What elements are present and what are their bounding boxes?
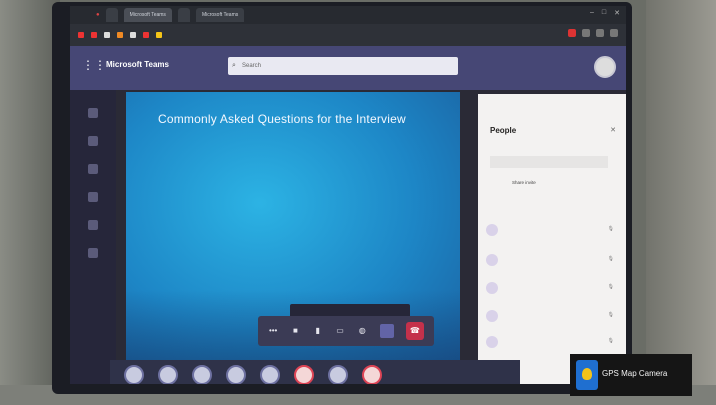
mic-icon: 🎙 bbox=[607, 284, 614, 290]
meeting-toolbar: ••• ■ ▮ ▭ ◍ ☎ bbox=[258, 316, 434, 346]
activity-icon[interactable] bbox=[88, 108, 98, 118]
participant-row[interactable]: 🎙 bbox=[486, 250, 616, 274]
mic-icon: 🎙 bbox=[607, 256, 614, 262]
teams-icon[interactable] bbox=[88, 164, 98, 174]
avatar[interactable] bbox=[594, 56, 616, 78]
search-placeholder: Search bbox=[242, 63, 262, 69]
taskbar bbox=[110, 360, 520, 384]
calendar-icon[interactable] bbox=[88, 192, 98, 202]
bookmark-icon bbox=[130, 32, 136, 38]
taskbar-app-icon[interactable] bbox=[226, 365, 246, 384]
browser-tabstrip: ● Microsoft Teams Microsoft Teams – □ ✕ bbox=[70, 6, 626, 24]
bookmark-item[interactable] bbox=[91, 32, 99, 38]
bookmark-item[interactable] bbox=[117, 32, 125, 38]
people-icon[interactable]: ◍ bbox=[357, 326, 367, 336]
monitor-screen: ● Microsoft Teams Microsoft Teams – □ ✕ … bbox=[70, 6, 626, 384]
search-icon: ⌕ bbox=[232, 62, 236, 69]
app-rail bbox=[70, 90, 116, 384]
participant-row[interactable]: 🎙 bbox=[486, 332, 616, 356]
close-icon[interactable]: ✕ bbox=[614, 9, 620, 17]
mic-icon[interactable]: ▮ bbox=[313, 326, 323, 336]
share-invite-button[interactable]: Share invite bbox=[512, 180, 536, 185]
close-icon[interactable]: ✕ bbox=[610, 126, 616, 134]
minimize-icon[interactable]: – bbox=[590, 9, 594, 17]
share-button[interactable] bbox=[379, 324, 394, 338]
taskbar-app-icon[interactable] bbox=[260, 365, 280, 384]
window-controls: – □ ✕ bbox=[590, 9, 620, 17]
camera-logo-icon bbox=[576, 360, 598, 390]
tab-search-icon[interactable]: ● bbox=[96, 12, 100, 18]
panel-title: People bbox=[490, 126, 517, 135]
avatar bbox=[486, 336, 498, 348]
teams-header: ⋮⋮ Microsoft Teams ⌕ Search bbox=[70, 46, 626, 90]
bookmarks-bar bbox=[70, 24, 626, 46]
slide-title: Commonly Asked Questions for the Intervi… bbox=[158, 112, 406, 126]
browser-tab[interactable]: Microsoft Teams bbox=[195, 8, 245, 22]
taskbar-app-icon[interactable] bbox=[328, 365, 348, 384]
profile-icon[interactable] bbox=[596, 29, 604, 37]
files-icon[interactable] bbox=[88, 248, 98, 258]
taskbar-app-icon[interactable] bbox=[294, 365, 314, 384]
hangup-button[interactable]: ☎ bbox=[405, 322, 424, 340]
invite-input[interactable] bbox=[490, 156, 608, 168]
taskbar-app-icon[interactable] bbox=[362, 365, 382, 384]
bookmark-icon bbox=[78, 32, 84, 38]
app-launcher-icon[interactable]: ⋮⋮ bbox=[82, 58, 106, 72]
menu-icon[interactable] bbox=[610, 29, 618, 37]
bookmark-item[interactable] bbox=[104, 32, 112, 38]
bookmark-icon bbox=[156, 32, 162, 38]
mic-icon: 🎙 bbox=[607, 312, 614, 318]
avatar bbox=[486, 282, 498, 294]
bookmark-item[interactable] bbox=[78, 32, 86, 38]
extension-icon[interactable] bbox=[568, 29, 576, 37]
camera-icon[interactable]: ■ bbox=[290, 326, 300, 336]
bookmark-item[interactable] bbox=[156, 32, 164, 38]
avatar bbox=[486, 224, 498, 236]
camera-watermark: GPS Map Camera bbox=[570, 354, 692, 396]
extension-icons bbox=[568, 29, 618, 37]
bookmark-icon bbox=[104, 32, 110, 38]
extension-icon[interactable] bbox=[582, 29, 590, 37]
participant-row[interactable]: 🎙 bbox=[486, 306, 616, 330]
participant-row[interactable]: 🎙 bbox=[486, 220, 616, 244]
calls-icon[interactable] bbox=[88, 220, 98, 230]
room-background-right bbox=[646, 0, 716, 405]
participant-row[interactable]: 🎙 bbox=[486, 278, 616, 302]
bookmark-item[interactable] bbox=[130, 32, 138, 38]
browser-tab[interactable] bbox=[105, 8, 118, 22]
bookmark-icon bbox=[91, 32, 97, 38]
taskbar-app-icon[interactable] bbox=[158, 365, 178, 384]
watermark-label: GPS Map Camera bbox=[602, 369, 668, 378]
chat-icon[interactable] bbox=[88, 136, 98, 146]
more-icon[interactable]: ••• bbox=[268, 326, 278, 336]
chat-icon[interactable]: ▭ bbox=[335, 326, 345, 336]
room-background-left bbox=[0, 0, 60, 405]
maximize-icon[interactable]: □ bbox=[602, 9, 606, 17]
mic-icon: 🎙 bbox=[607, 338, 614, 344]
people-panel: People ✕ Share invite 🎙 🎙 🎙 🎙 🎙 bbox=[478, 94, 626, 384]
app-name: Microsoft Teams bbox=[106, 60, 169, 69]
avatar bbox=[486, 310, 498, 322]
browser-tab[interactable] bbox=[177, 8, 190, 22]
mic-icon: 🎙 bbox=[607, 226, 614, 232]
search-input[interactable]: ⌕ Search bbox=[228, 57, 458, 75]
avatar bbox=[486, 254, 498, 266]
taskbar-app-icon[interactable] bbox=[192, 365, 212, 384]
browser-tab-active[interactable]: Microsoft Teams bbox=[123, 8, 172, 22]
taskbar-app-icon[interactable] bbox=[124, 365, 144, 384]
bookmark-icon bbox=[143, 32, 149, 38]
bookmark-icon bbox=[117, 32, 123, 38]
bookmark-item[interactable] bbox=[143, 32, 151, 38]
